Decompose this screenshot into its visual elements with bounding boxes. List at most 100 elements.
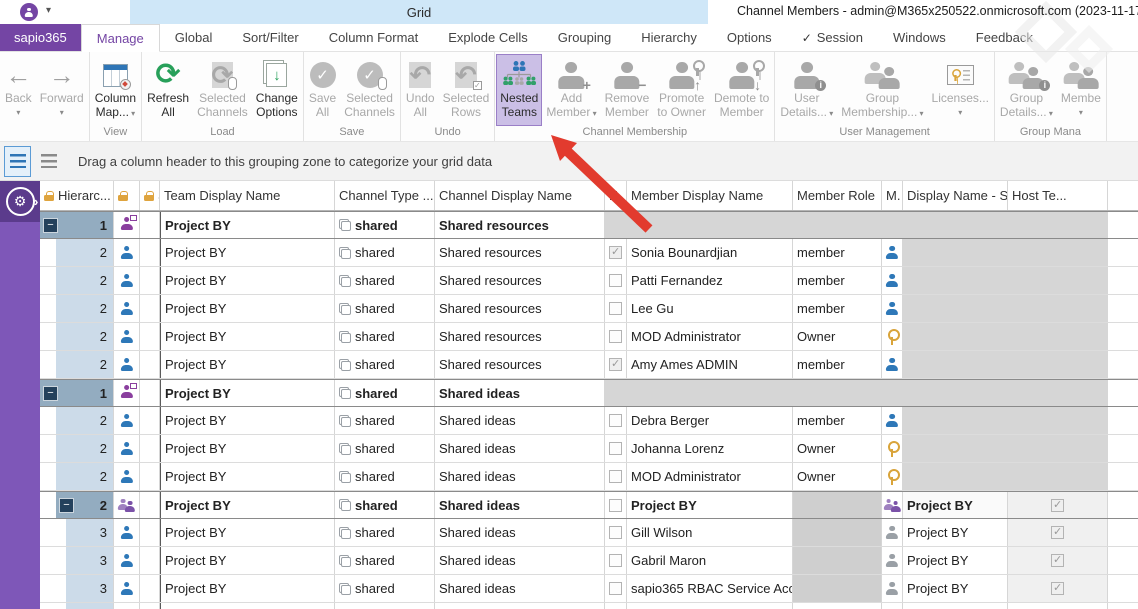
- tab-sapio365[interactable]: sapio365: [0, 24, 81, 51]
- ribbon-button-refresh-all[interactable]: ⟳RefreshAll: [143, 54, 193, 126]
- host-team-checkbox[interactable]: [1051, 582, 1064, 595]
- dropdown-caret-icon[interactable]: ▾: [129, 109, 135, 118]
- table-row[interactable]: 2Project BYsharedShared resourcesLee Gum…: [40, 295, 1138, 323]
- tab-sort-filter[interactable]: Sort/Filter: [227, 24, 313, 51]
- column-header-explicit[interactable]: E...: [605, 181, 627, 210]
- dropdown-caret-icon[interactable]: ▾: [932, 106, 989, 120]
- ribbon-button-back[interactable]: ←Back▾: [1, 54, 36, 126]
- ribbon-button-undo-all[interactable]: ↶UndoAll: [402, 54, 439, 126]
- ribbon-button-user-details[interactable]: iUserDetails... ▾: [776, 54, 837, 126]
- grid-view-toggle-detail[interactable]: [4, 146, 31, 177]
- column-header-lock-a[interactable]: [114, 181, 140, 210]
- table-row[interactable]: 2Project BYsharedShared ideasDebra Berge…: [40, 407, 1138, 435]
- column-header-host-team[interactable]: Host Te...: [1008, 181, 1108, 210]
- ribbon-button-selected-channels[interactable]: ⟳SelectedChannels: [193, 54, 252, 126]
- tab-options[interactable]: Options: [712, 24, 787, 51]
- host-team-checkbox[interactable]: [1051, 554, 1064, 567]
- tab-session[interactable]: ✓Session: [787, 24, 878, 51]
- pages-icon: ↓: [266, 63, 287, 87]
- column-header-channel-type[interactable]: Channel Type ...: [335, 181, 435, 210]
- automation-gear-icon[interactable]: ⚙: [6, 187, 35, 216]
- sidebar-expand-chevron-icon[interactable]: ›: [34, 194, 38, 209]
- table-row[interactable]: [40, 603, 1138, 609]
- tab-explode-cells[interactable]: Explode Cells: [433, 24, 543, 51]
- ribbon-button-group-details[interactable]: iGroupDetails... ▾: [996, 54, 1057, 126]
- cell-member-type: [882, 407, 903, 434]
- ribbon-button-remove-member[interactable]: −RemoveMember: [601, 54, 654, 126]
- shared-channel-icon: [339, 331, 351, 343]
- tab-column-format[interactable]: Column Format: [314, 24, 434, 51]
- ribbon-button-forward[interactable]: →Forward▾: [36, 54, 88, 126]
- row-checkbox[interactable]: [609, 582, 622, 595]
- ribbon-button-selected-rows[interactable]: ↶✓SelectedRows: [439, 54, 494, 126]
- column-header-member[interactable]: Member Display Name: [627, 181, 793, 210]
- app-icon[interactable]: [20, 3, 38, 21]
- row-checkbox[interactable]: [609, 414, 622, 427]
- row-checkbox[interactable]: [609, 302, 622, 315]
- table-row[interactable]: 2Project BYsharedShared ideasMOD Adminis…: [40, 463, 1138, 491]
- column-header-member-type[interactable]: M.: [882, 181, 903, 210]
- tab-windows[interactable]: Windows: [878, 24, 961, 51]
- row-checkbox[interactable]: [609, 246, 622, 259]
- tab-global[interactable]: Global: [160, 24, 228, 51]
- row-checkbox[interactable]: [609, 274, 622, 287]
- row-checkbox[interactable]: [609, 499, 622, 512]
- column-header-lock-b[interactable]: S: [140, 181, 160, 210]
- ribbon-button-licenses[interactable]: Licenses...▾: [928, 54, 993, 126]
- table-row[interactable]: 2Project BYsharedShared resourcesMOD Adm…: [40, 323, 1138, 351]
- shared-channel-icon: [339, 275, 351, 287]
- ribbon-button-promote-to-owner[interactable]: ↑Promoteto Owner: [653, 54, 710, 126]
- row-checkbox[interactable]: [609, 526, 622, 539]
- host-team-checkbox[interactable]: [1051, 526, 1064, 539]
- dropdown-caret-icon[interactable]: ▾: [590, 109, 596, 118]
- person-icon: [120, 470, 133, 483]
- row-checkbox[interactable]: [609, 330, 622, 343]
- dropdown-caret-icon[interactable]: ▾: [827, 109, 833, 118]
- collapse-button[interactable]: −: [43, 218, 58, 233]
- column-header-team[interactable]: Team Display Name: [160, 181, 335, 210]
- ribbon-button-change-options[interactable]: ↓ChangeOptions: [252, 54, 302, 126]
- ribbon-button-nested-teams[interactable]: NestedTeams: [496, 54, 542, 126]
- row-checkbox[interactable]: [609, 442, 622, 455]
- table-row[interactable]: 2Project BYsharedShared resourcesSonia B…: [40, 239, 1138, 267]
- dropdown-caret-icon[interactable]: ▾: [1061, 106, 1101, 120]
- collapse-button[interactable]: −: [43, 386, 58, 401]
- row-checkbox[interactable]: [609, 358, 622, 371]
- ribbon-button-group-membership[interactable]: GroupMembership... ▾: [837, 54, 927, 126]
- table-row[interactable]: −2Project BYsharedShared ideasProject BY…: [40, 491, 1138, 519]
- ribbon-button-column-map[interactable]: ColumnMap... ▾: [91, 54, 140, 126]
- column-header-role[interactable]: Member Role: [793, 181, 882, 210]
- ribbon-button-save-all[interactable]: ✓SaveAll: [305, 54, 340, 126]
- table-row[interactable]: 2Project BYsharedShared resourcesAmy Ame…: [40, 351, 1138, 379]
- tab-feedback[interactable]: Feedback: [961, 24, 1048, 51]
- row-checkbox[interactable]: [609, 554, 622, 567]
- column-header-hierarchy[interactable]: Hierarc...: [40, 181, 114, 210]
- ribbon-group-view: ColumnMap... ▾View: [90, 52, 142, 141]
- table-row[interactable]: −1Project BYsharedShared ideas: [40, 379, 1138, 407]
- ribbon-button-demote-to-member[interactable]: ↓Demote toMember: [710, 54, 773, 126]
- table-row[interactable]: −1Project BYsharedShared resources: [40, 211, 1138, 239]
- people-icon: [1063, 62, 1099, 89]
- table-row[interactable]: 3Project BYsharedShared ideasGill Wilson…: [40, 519, 1138, 547]
- tab-manage[interactable]: Manage: [81, 24, 160, 52]
- tab-hierarchy[interactable]: Hierarchy: [626, 24, 712, 51]
- ribbon-button-selected-channels[interactable]: ✓SelectedChannels: [340, 54, 399, 126]
- dropdown-caret-icon[interactable]: ▾: [40, 106, 84, 120]
- table-row[interactable]: 2Project BYsharedShared resourcesPatti F…: [40, 267, 1138, 295]
- ribbon-button-membe[interactable]: Membe▾: [1057, 54, 1105, 126]
- column-header-display-name[interactable]: Display Name - S...: [903, 181, 1008, 210]
- collapse-button[interactable]: −: [59, 498, 74, 513]
- row-checkbox[interactable]: [609, 470, 622, 483]
- dropdown-caret-icon[interactable]: ▾: [1047, 109, 1053, 118]
- quick-access-caret-icon[interactable]: ▾: [46, 5, 51, 16]
- tab-grouping[interactable]: Grouping: [543, 24, 626, 51]
- table-row[interactable]: 2Project BYsharedShared ideasJohanna Lor…: [40, 435, 1138, 463]
- column-header-channel-name[interactable]: Channel Display Name: [435, 181, 605, 210]
- table-row[interactable]: 3Project BYsharedShared ideassapio365 RB…: [40, 575, 1138, 603]
- dropdown-caret-icon[interactable]: ▾: [5, 106, 32, 120]
- ribbon-button-add-member[interactable]: +AddMember ▾: [542, 54, 600, 126]
- host-team-checkbox[interactable]: [1051, 499, 1064, 512]
- table-row[interactable]: 3Project BYsharedShared ideasGabril Maro…: [40, 547, 1138, 575]
- dropdown-caret-icon[interactable]: ▾: [917, 109, 923, 118]
- grid-view-toggle-list[interactable]: [35, 146, 62, 177]
